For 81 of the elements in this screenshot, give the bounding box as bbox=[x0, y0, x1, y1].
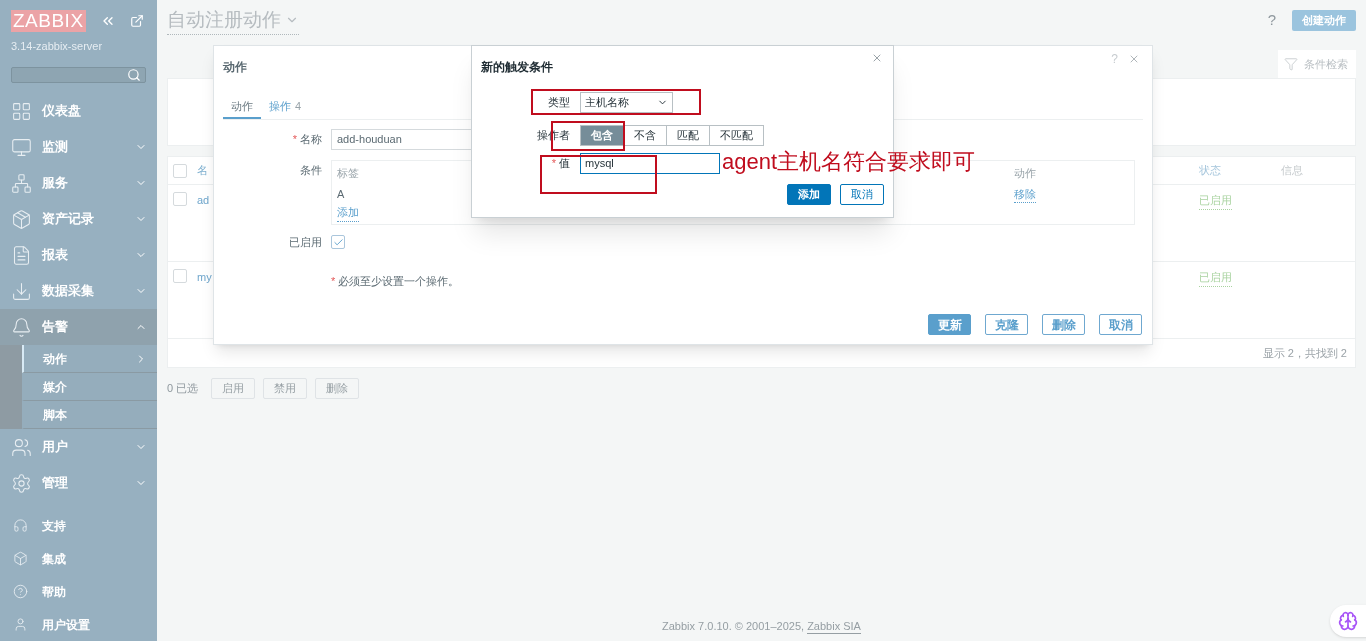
filter-tab[interactable]: 条件检索 bbox=[1278, 50, 1356, 78]
cube-icon bbox=[13, 551, 28, 566]
check-icon bbox=[332, 236, 344, 248]
dialog-button[interactable]: 取消 bbox=[840, 184, 884, 205]
column-header: 动作 bbox=[1014, 166, 1036, 181]
help-link[interactable]: ? bbox=[1267, 9, 1276, 32]
field-label: 类型 bbox=[547, 95, 571, 111]
box-icon bbox=[11, 208, 32, 230]
menu-item[interactable]: 仪表盘 bbox=[0, 93, 157, 129]
page-title[interactable]: 自动注册动作 bbox=[167, 5, 299, 36]
menu-item[interactable]: 用户 bbox=[0, 429, 157, 465]
help-icon bbox=[13, 584, 28, 599]
user-icon bbox=[13, 617, 28, 632]
column-header[interactable]: 状态 bbox=[1199, 162, 1281, 179]
search-field[interactable] bbox=[11, 66, 146, 83]
menu-item[interactable]: 管理 bbox=[0, 465, 157, 501]
field-label: 条件 bbox=[299, 163, 323, 178]
annotation-text: agent主机名符合要求即可 bbox=[722, 148, 976, 176]
dialog-button[interactable]: 克隆 bbox=[985, 314, 1028, 335]
dialog-tab[interactable]: 动作 bbox=[223, 98, 261, 119]
dialog-button[interactable]: 取消 bbox=[1099, 314, 1142, 335]
field-label: 已启用 bbox=[288, 235, 323, 250]
server-name: 3.14-zabbix-server bbox=[10, 39, 104, 54]
search-icon bbox=[127, 67, 141, 82]
dialog-button[interactable]: 删除 bbox=[1042, 314, 1085, 335]
operator-option[interactable]: 包含 bbox=[581, 126, 623, 145]
close-icon[interactable] bbox=[871, 52, 883, 64]
dialog-button[interactable]: 更新 bbox=[928, 314, 971, 335]
menu-item[interactable]: 监测 bbox=[0, 129, 157, 165]
footer-link[interactable]: Zabbix SIA bbox=[807, 618, 861, 634]
users-icon bbox=[11, 436, 32, 458]
remove-link[interactable]: 移除 bbox=[1014, 185, 1036, 203]
action-name-link[interactable]: ad bbox=[197, 194, 210, 206]
kiosk-icon[interactable] bbox=[129, 14, 144, 28]
value-field[interactable]: mysql bbox=[580, 153, 720, 174]
dialog-title: 动作 bbox=[223, 58, 247, 76]
submenu-item[interactable]: 媒介 bbox=[22, 373, 157, 401]
row-checkbox[interactable] bbox=[173, 269, 187, 283]
filter-icon bbox=[1284, 57, 1298, 71]
headset-icon bbox=[13, 518, 28, 533]
status-link[interactable]: 已启用 bbox=[1199, 269, 1232, 287]
bell-icon bbox=[11, 316, 32, 338]
create-button[interactable]: 创建动作 bbox=[1292, 10, 1356, 31]
menu-item[interactable]: 告警 bbox=[0, 309, 157, 345]
assistant-button[interactable] bbox=[1330, 605, 1366, 637]
menu-item[interactable]: 资产记录 bbox=[0, 201, 157, 237]
required-note: * 必须至少设置一个操作。 bbox=[331, 274, 460, 287]
menu-item[interactable]: 帮助 bbox=[0, 575, 157, 608]
menu-item[interactable]: 用户设置 bbox=[0, 608, 157, 641]
submenu-item[interactable]: 动作 bbox=[22, 345, 157, 373]
menu-item[interactable]: 数据采集 bbox=[0, 273, 157, 309]
field-label: * 值 bbox=[550, 156, 571, 172]
monitor-icon bbox=[11, 136, 32, 158]
footer-text: Zabbix 7.0.10. © 2001–2025, bbox=[662, 618, 806, 634]
table-cell-text: A bbox=[337, 186, 345, 202]
download-icon bbox=[11, 280, 32, 302]
add-link[interactable]: 添加 bbox=[337, 204, 359, 222]
logo[interactable]: ZABBIX bbox=[11, 10, 86, 32]
menu-item[interactable]: 服务 bbox=[0, 165, 157, 201]
menu-item[interactable]: 报表 bbox=[0, 237, 157, 273]
checkbox[interactable] bbox=[173, 163, 187, 178]
status-link[interactable]: 已启用 bbox=[1199, 192, 1232, 210]
column-header: 标签 bbox=[337, 166, 359, 181]
dialog-title: 新的触发条件 bbox=[481, 58, 553, 76]
submenu-item[interactable]: 脚本 bbox=[22, 401, 157, 429]
hierarchy-icon bbox=[11, 172, 32, 194]
menu-item[interactable]: 支持 bbox=[0, 509, 157, 542]
menu-item[interactable]: 集成 bbox=[0, 542, 157, 575]
settings-icon bbox=[11, 472, 32, 494]
grid-icon bbox=[11, 100, 32, 122]
row-checkbox[interactable] bbox=[173, 192, 187, 206]
action-name-link[interactable]: my bbox=[197, 271, 212, 283]
dialog-button[interactable]: 添加 bbox=[787, 184, 831, 205]
field-label: * 名称 bbox=[291, 132, 323, 148]
dialog-tab[interactable]: 操作 4 bbox=[261, 98, 310, 119]
enabled-checkbox[interactable] bbox=[331, 235, 345, 250]
brain-icon bbox=[1338, 611, 1358, 631]
close-icon[interactable] bbox=[1128, 53, 1140, 65]
help-link[interactable]: ? bbox=[1111, 50, 1118, 68]
selected-count: 0 已选 bbox=[167, 381, 199, 397]
result-count: 显示 2，共找到 2 bbox=[1262, 345, 1347, 361]
